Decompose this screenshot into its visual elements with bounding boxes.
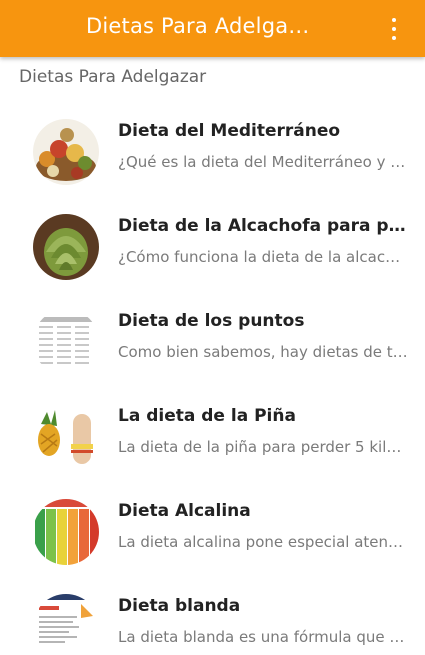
item-description: La dieta alcalina pone especial atención… — [118, 533, 408, 551]
mediterranean-food-image — [33, 119, 99, 185]
list-item[interactable]: Dieta blanda La dieta blanda es una fórm… — [0, 575, 425, 655]
alkaline-chart-image — [33, 499, 99, 565]
list-item[interactable]: Dieta de la Alcachofa para perder peso ¿… — [0, 195, 425, 290]
list-item[interactable]: La dieta de la Piña La dieta de la piña … — [0, 385, 425, 480]
app-title: Dietas Para Adelgazar — [86, 14, 316, 38]
list-item[interactable]: Dieta Alcalina La dieta alcalina pone es… — [0, 480, 425, 575]
diet-list: Dieta del Mediterráneo ¿Qué es la dieta … — [0, 100, 425, 655]
artichoke-image — [33, 214, 99, 280]
app-screen: Dietas Para Adelgazar Dietas Para Adelga… — [0, 0, 425, 655]
item-title: Dieta de los puntos — [118, 311, 305, 331]
more-vertical-icon[interactable] — [389, 18, 399, 40]
item-description: La dieta blanda es una fórmula que ayuda — [118, 628, 408, 646]
list-item[interactable]: Dieta de los puntos Como bien sabemos, h… — [0, 290, 425, 385]
list-item[interactable]: Dieta del Mediterráneo ¿Qué es la dieta … — [0, 100, 425, 195]
item-title: Dieta Alcalina — [118, 501, 251, 521]
app-bar: Dietas Para Adelgazar — [0, 0, 425, 57]
points-table-image — [33, 309, 99, 375]
item-description: ¿Qué es la dieta del Mediterráneo y cómo… — [118, 153, 408, 171]
item-title: Dieta blanda — [118, 596, 241, 616]
item-title: Dieta del Mediterráneo — [118, 121, 341, 141]
pineapple-image — [33, 404, 99, 470]
item-title: Dieta de la Alcachofa para perder peso — [118, 216, 408, 236]
item-title: La dieta de la Piña — [118, 406, 296, 426]
section-header: Dietas Para Adelgazar — [19, 67, 207, 87]
item-description: ¿Cómo funciona la dieta de la alcachofa? — [118, 248, 408, 266]
bland-diet-document-image — [33, 594, 99, 655]
item-description: Como bien sabemos, hay dietas de todo ti… — [118, 343, 408, 361]
item-description: La dieta de la piña para perder 5 kilos … — [118, 438, 408, 456]
